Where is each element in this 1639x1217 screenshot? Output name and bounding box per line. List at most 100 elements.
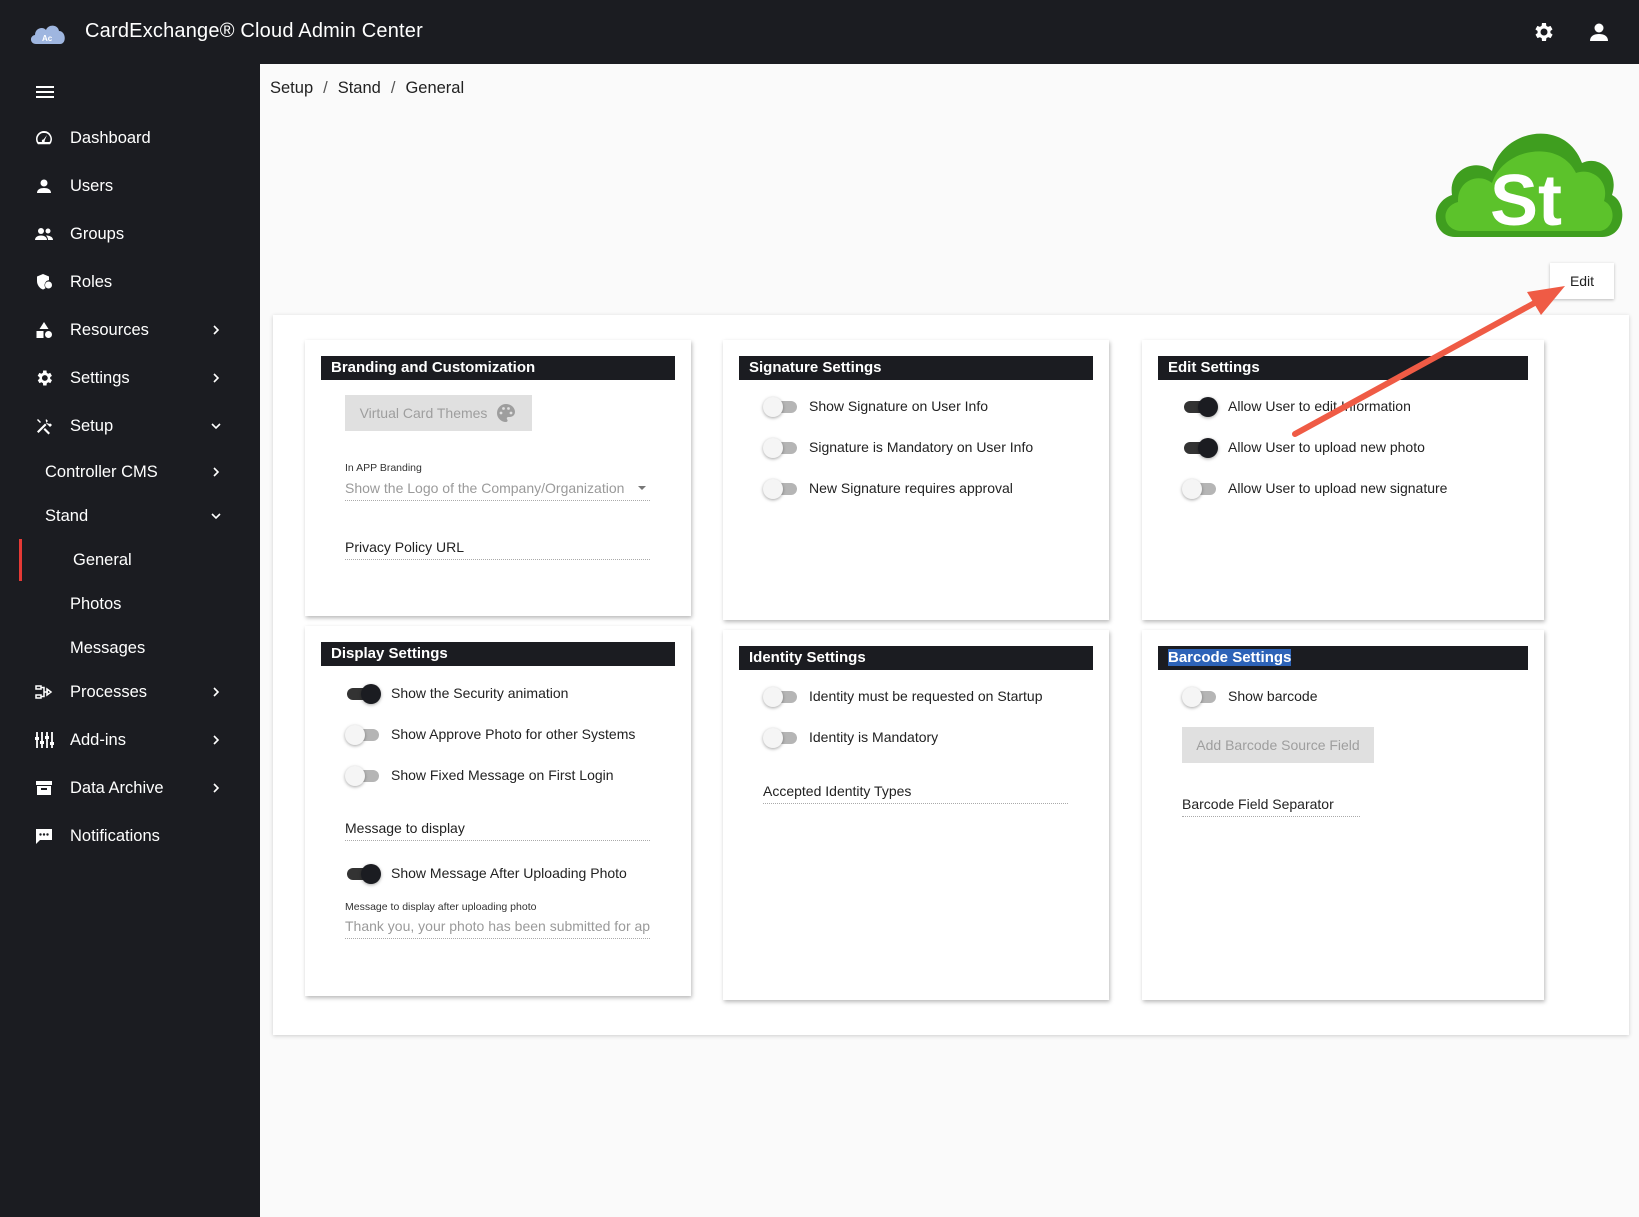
toggle-label: Show barcode — [1228, 688, 1318, 704]
toggle-label: Signature is Mandatory on User Info — [809, 439, 1034, 455]
toggle-switch[interactable] — [763, 437, 799, 458]
toggle-label: Show the Security animation — [391, 685, 569, 701]
message-to-display-field[interactable]: Message to display — [345, 820, 650, 841]
sidebar-item-label: Controller CMS — [45, 462, 158, 481]
toggle-switch[interactable] — [763, 478, 799, 499]
toggle-switch[interactable] — [345, 863, 381, 884]
toggle-switch[interactable] — [763, 396, 799, 417]
process-icon — [35, 685, 53, 699]
sidebar-item-users[interactable]: Users — [0, 164, 260, 208]
toggle-switch[interactable] — [1182, 686, 1218, 707]
breadcrumb-item[interactable]: Setup — [270, 79, 313, 98]
toggle-switch[interactable] — [1182, 396, 1218, 417]
add-barcode-source-field-button: Add Barcode Source Field — [1182, 727, 1374, 763]
toggle-row[interactable]: Show Approve Photo for other Systems — [345, 724, 636, 745]
sidebar-item-roles[interactable]: Roles — [0, 260, 260, 304]
toggle-switch[interactable] — [345, 765, 381, 786]
after-upload-message-field[interactable]: Thank you, your photo has been submitted… — [345, 918, 650, 939]
stand-logo: St — [1435, 133, 1623, 241]
toggle-label: Show Signature on User Info — [809, 398, 988, 414]
toggle-switch[interactable] — [763, 727, 799, 748]
sidebar-item-label: Photos — [70, 594, 122, 613]
button-label: Virtual Card Themes — [359, 405, 488, 421]
sidebar-item-dashboard[interactable]: Dashboard — [0, 116, 260, 160]
gear-icon[interactable] — [1531, 20, 1555, 44]
toggle-switch[interactable] — [1182, 478, 1218, 499]
sidebar-item-photos[interactable]: Photos — [0, 582, 260, 626]
toggle-row[interactable]: Show the Security animation — [345, 683, 569, 704]
toggle-row[interactable]: Allow User to upload new photo — [1182, 437, 1425, 458]
toggle-row[interactable]: Show Fixed Message on First Login — [345, 765, 614, 786]
sidebar-item-stand[interactable]: Stand — [0, 494, 260, 538]
sidebar-item-label: Resources — [70, 320, 149, 339]
account-icon[interactable] — [1587, 20, 1611, 44]
shapes-icon — [36, 322, 52, 338]
toggle-row[interactable]: Identity must be requested on Startup — [763, 686, 1042, 707]
sidebar-item-label: Users — [70, 176, 114, 195]
sidebar-item-add-ins[interactable]: Add-ins — [0, 718, 260, 762]
sidebar-item-label: Groups — [70, 224, 125, 243]
sidebar-item-groups[interactable]: Groups — [0, 212, 260, 256]
display-settings-card: Display Settings Show the Security anima… — [305, 626, 691, 996]
toggle-row[interactable]: Show barcode — [1182, 686, 1318, 707]
edit-settings-card: Edit Settings Allow User to edit Informa… — [1142, 340, 1544, 620]
sidebar-item-label: Dashboard — [70, 128, 151, 147]
dropdown-arrow-icon — [638, 486, 646, 490]
gear-icon — [37, 370, 52, 386]
sidebar-item-messages[interactable]: Messages — [0, 626, 260, 670]
privacy-policy-url-field[interactable]: Privacy Policy URL — [345, 539, 650, 560]
sidebar-item-controller-cms[interactable]: Controller CMS — [0, 450, 260, 494]
card-title: Branding and Customization — [321, 356, 675, 380]
toggle-row[interactable]: Show Signature on User Info — [763, 396, 988, 417]
toggle-row[interactable]: Identity is Mandatory — [763, 727, 939, 748]
breadcrumb-item: General — [405, 79, 465, 97]
toggle-row[interactable]: New Signature requires approval — [763, 478, 1013, 499]
cloud-logo-icon: Ac — [30, 25, 65, 44]
branding-card: Branding and Customization Virtual Card … — [305, 340, 691, 616]
sidebar-item-processes[interactable]: Processes — [0, 670, 260, 714]
sidebar-item-label: Data Archive — [70, 778, 164, 797]
sidebar-item-label: Messages — [70, 638, 146, 657]
menu-icon[interactable] — [34, 82, 56, 102]
sidebar-item-data-archive[interactable]: Data Archive — [0, 766, 260, 810]
sidebar-item-general[interactable]: General — [0, 538, 260, 582]
sidebar-item-resources[interactable]: Resources — [0, 308, 260, 352]
card-title-text: Barcode Settings — [1168, 649, 1292, 666]
logo-text: St — [1490, 161, 1562, 241]
sidebar-item-setup[interactable]: Setup — [0, 404, 260, 448]
toggle-row[interactable]: Allow User to edit Information — [1182, 396, 1411, 417]
signature-card: Signature Settings Show Signature on Use… — [723, 340, 1109, 620]
toggle-row[interactable]: Allow User to upload new signature — [1182, 478, 1447, 499]
toggle-label: Identity is Mandatory — [809, 729, 939, 745]
identity-settings-card: Identity Settings Identity must be reque… — [723, 630, 1109, 1000]
barcode-field-separator-field[interactable]: Barcode Field Separator — [1182, 796, 1360, 817]
chevron-right-icon — [213, 467, 220, 477]
toggle-label: Show Approve Photo for other Systems — [391, 726, 636, 742]
toggle-row[interactable]: Signature is Mandatory on User Info — [763, 437, 1034, 458]
select-value: Show the Logo of the Company/Organizatio… — [345, 480, 625, 496]
top-bar: Ac CardExchange® Cloud Admin Center — [0, 0, 1639, 64]
toggle-switch[interactable] — [1182, 437, 1218, 458]
card-title: Display Settings — [321, 642, 675, 666]
breadcrumb-item[interactable]: Stand — [338, 79, 381, 98]
toggle-switch[interactable] — [345, 724, 381, 745]
toggle-switch[interactable] — [345, 683, 381, 704]
chevron-right-icon — [213, 783, 220, 793]
chevron-right-icon — [213, 325, 220, 335]
shield-icon — [37, 274, 52, 290]
chevron-right-icon — [213, 687, 220, 697]
sidebar-item-label: General — [73, 550, 132, 569]
toggle-switch[interactable] — [763, 686, 799, 707]
toggle-row[interactable]: Show Message After Uploading Photo — [345, 863, 627, 884]
accepted-identity-types-field[interactable]: Accepted Identity Types — [763, 783, 1068, 804]
sidebar-item-label: Setup — [70, 416, 114, 435]
card-title: Signature Settings — [739, 356, 1093, 380]
breadcrumb-separator: / — [390, 79, 396, 97]
in-app-branding-select[interactable]: Show the Logo of the Company/Organizatio… — [345, 480, 650, 501]
sidebar-item-label: Stand — [45, 506, 89, 525]
sidebar-item-notifications[interactable]: Notifications — [0, 814, 260, 858]
edit-button[interactable]: Edit — [1550, 263, 1614, 299]
app-title: CardExchange® Cloud Admin Center — [85, 20, 423, 42]
sidebar-item-settings[interactable]: Settings — [0, 356, 260, 400]
after-upload-label: Message to display after uploading photo — [345, 901, 537, 913]
